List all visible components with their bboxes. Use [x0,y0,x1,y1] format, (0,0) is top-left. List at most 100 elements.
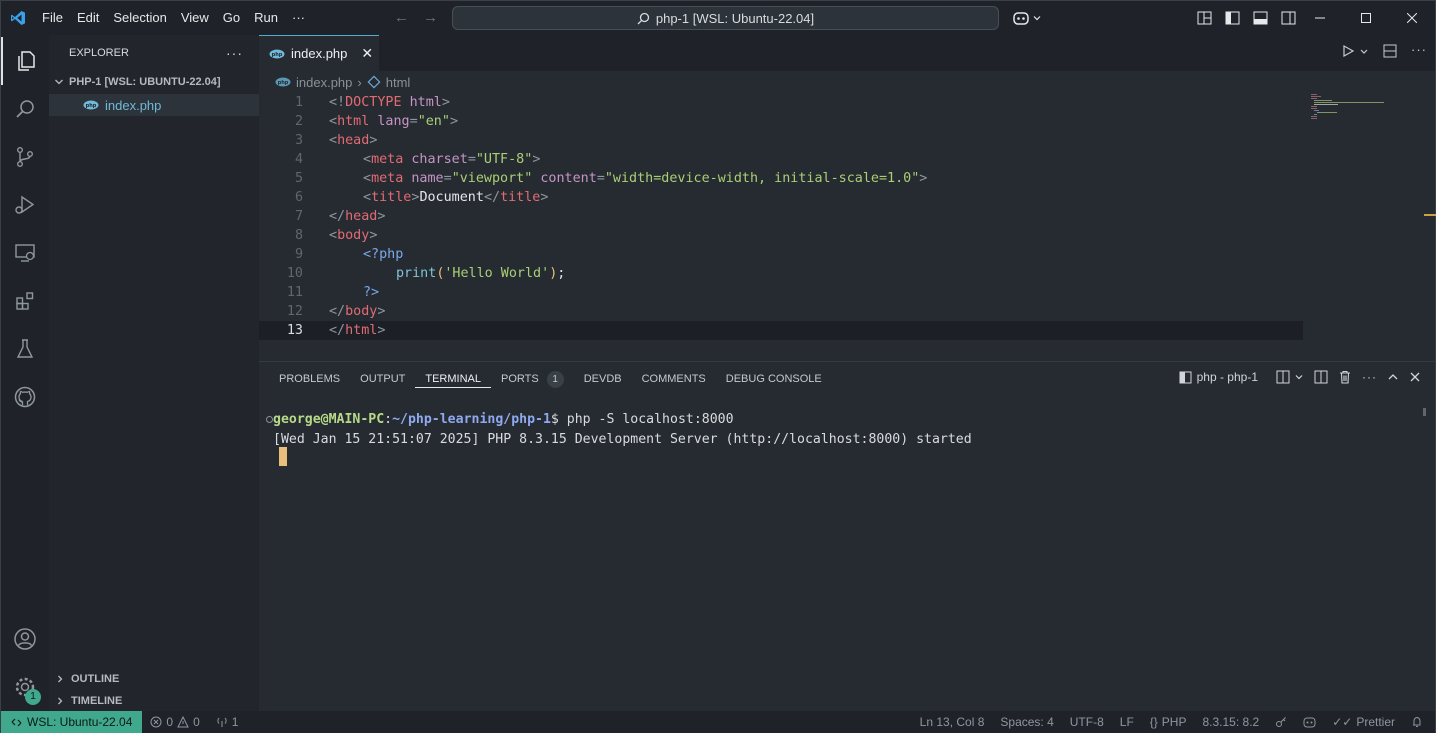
extensions-icon[interactable] [1,277,49,325]
toggle-secondary-sidebar-icon[interactable] [1277,7,1299,29]
menu-view[interactable]: View [174,1,216,35]
close-tab-icon[interactable]: ✕ [361,45,373,62]
explorer-icon[interactable] [1,37,49,85]
terminal-scrollbar[interactable] [1423,408,1426,416]
indentation[interactable]: Spaces: 4 [992,715,1061,729]
code-text: </body> [329,304,386,319]
prettier-status[interactable]: ✓✓ Prettier [1324,715,1403,729]
toggle-panel-icon[interactable] [1249,7,1271,29]
terminal-selector[interactable]: php - php-1 [1179,370,1258,384]
command-center[interactable]: php-1 [WSL: Ubuntu-22.04] [452,6,999,30]
more-actions-icon[interactable]: ··· [1362,370,1377,384]
split-panel-icon[interactable] [1314,370,1328,384]
terminal-prompt-line: george@MAIN-PC:~/php-learning/php-1$ php… [273,412,734,427]
minimize-icon[interactable] [1297,1,1343,35]
title-bar: File Edit Selection View Go Run ··· ← → … [1,1,1435,35]
code-line: 1 <!DOCTYPE html> [259,93,1303,112]
trash-icon[interactable] [1338,370,1352,384]
copilot-icon [1013,12,1029,25]
run-icon[interactable] [1341,44,1355,58]
maximize-icon[interactable] [1343,1,1389,35]
file-item-index-php[interactable]: php index.php [49,94,259,116]
code-line: 9 <?php [259,245,1303,264]
remote-explorer-icon[interactable] [1,229,49,277]
forward-arrow-icon[interactable]: → [423,9,438,26]
activity-bar: 1 [1,35,49,711]
menu-selection[interactable]: Selection [106,1,173,35]
forwarded-ports-indicator[interactable]: 1 [208,715,247,729]
breadcrumb-symbol[interactable]: html [386,75,411,90]
code-line-current: 13 </html> [259,321,1303,340]
menu-more[interactable]: ··· [285,1,312,35]
menu-edit[interactable]: Edit [70,1,106,35]
tab-problems[interactable]: PROBLEMS [269,370,350,388]
bottom-panel: PROBLEMS OUTPUT TERMINAL PORTS 1 DEVDB CO… [259,361,1435,711]
tab-devdb[interactable]: DEVDB [574,370,632,388]
back-arrow-icon[interactable]: ← [394,9,409,26]
copilot-button[interactable] [1012,9,1044,27]
maximize-panel-icon[interactable] [1387,371,1399,383]
end-of-line[interactable]: LF [1112,715,1142,729]
copilot-status-icon[interactable] [1295,716,1324,728]
tab-debug-console[interactable]: DEBUG CONSOLE [716,370,832,388]
braces-icon: {} [1149,715,1158,729]
source-control-icon[interactable] [1,133,49,181]
more-actions-icon[interactable]: ··· [226,45,243,61]
workspace-folder[interactable]: PHP-1 [WSL: UBUNTU-22.04] [49,71,259,93]
code-text: <!DOCTYPE html> [329,95,450,110]
customize-layout-icon[interactable] [1193,7,1215,29]
code-line: 8 <body> [259,226,1303,245]
menu-file[interactable]: File [35,1,70,35]
split-terminal-icon[interactable] [1276,370,1290,384]
symbol-element-icon [367,75,381,89]
language-label: PHP [1161,715,1187,729]
chevron-down-icon[interactable] [1294,372,1304,382]
remote-icon [11,718,22,726]
toggle-primary-sidebar-icon[interactable] [1221,7,1243,29]
menu-go[interactable]: Go [216,1,247,35]
remote-label: WSL: Ubuntu-22.04 [27,715,133,729]
testing-flask-icon[interactable] [1,325,49,373]
language-mode[interactable]: {} PHP [1142,715,1195,729]
code-line: 7 </head> [259,207,1303,226]
manage-gear-icon[interactable]: 1 [1,663,49,711]
command-decoration-icon[interactable] [266,416,273,423]
chevron-down-icon[interactable] [1359,44,1369,58]
split-editor-icon[interactable] [1383,44,1397,58]
timeline-section[interactable]: TIMELINE [49,690,122,712]
problems-indicator[interactable]: 0 0 [142,715,207,729]
search-icon[interactable] [1,85,49,133]
line-number: 10 [286,266,303,281]
breadcrumb-file[interactable]: index.php [296,75,352,90]
run-debug-icon[interactable] [1,181,49,229]
double-check-icon: ✓✓ [1332,715,1353,729]
tab-comments[interactable]: COMMENTS [632,370,716,388]
search-icon [637,12,650,24]
menu-run[interactable]: Run [247,1,285,35]
line-number: 8 [294,228,303,243]
notifications-bell-icon[interactable] [1403,716,1431,728]
outline-section[interactable]: OUTLINE [49,668,119,690]
php-version[interactable]: 8.3.15: 8.2 [1194,715,1267,729]
remote-indicator[interactable]: WSL: Ubuntu-22.04 [1,711,143,733]
tab-output[interactable]: OUTPUT [350,370,415,388]
code-editor[interactable]: 1 <!DOCTYPE html> 2 <html lang="en"> 3 <hea… [259,93,1309,343]
tab-index-php[interactable]: php index.php ✕ [259,35,379,71]
encoding[interactable]: UTF-8 [1062,715,1112,729]
close-panel-icon[interactable] [1409,371,1421,383]
file-item-label: index.php [105,97,162,113]
github-icon[interactable] [1,373,49,421]
key-icon[interactable] [1267,716,1295,728]
terminal-output[interactable]: george@MAIN-PC:~/php-learning/php-1$ php… [273,410,972,449]
more-actions-icon[interactable]: ··· [1411,43,1427,58]
minimap[interactable] [1309,93,1389,133]
close-icon[interactable] [1389,1,1435,35]
code-text: <html lang="en"> [329,114,458,129]
code-line: 6 <title>Document</title> [259,188,1303,207]
accounts-icon[interactable] [1,615,49,663]
terminal-output-line: [Wed Jan 15 21:51:07 2025] PHP 8.3.15 De… [273,431,972,447]
cursor-position[interactable]: Ln 13, Col 8 [912,715,993,729]
prompt-user: george@MAIN-PC [273,412,385,427]
tab-ports[interactable]: PORTS 1 [491,370,574,388]
tab-terminal[interactable]: TERMINAL [415,370,491,388]
